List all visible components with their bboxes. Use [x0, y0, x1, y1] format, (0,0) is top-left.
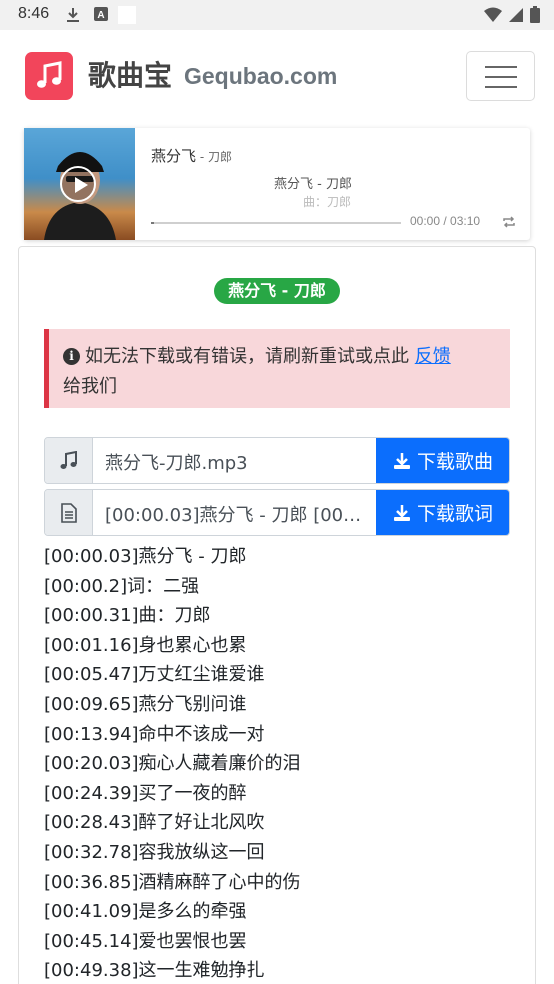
navbar: 歌曲宝 Gequbao.com — [0, 30, 554, 122]
info-icon: i — [63, 348, 80, 365]
lyric-line: [00:36.85]酒精麻醉了心中的伤 — [44, 871, 301, 893]
download-song-group: 燕分飞-刀郎.mp3 下载歌曲 — [44, 437, 510, 484]
alert-line-2: 给我们 — [63, 376, 117, 397]
download-icon — [67, 8, 79, 22]
feedback-link[interactable]: 反馈 — [415, 346, 451, 367]
hamburger-icon — [485, 66, 517, 68]
blank-icon — [118, 6, 136, 24]
menu-toggle-button[interactable] — [466, 51, 535, 101]
svg-text:A: A — [97, 10, 104, 21]
lyric-line: [00:09.65]燕分飞别问谁 — [44, 693, 247, 715]
status-right — [484, 6, 540, 23]
music-icon — [60, 450, 77, 469]
download-lyrics-group: [00:00.03]燕分飞 - 刀郎 [00:00.2]词：二强 下载歌词 — [44, 489, 510, 536]
lyric-line: [00:00.31]曲：刀郎 — [44, 605, 211, 627]
lyric-line: [00:32.78]容我放纵这一回 — [44, 841, 265, 863]
loop-icon[interactable] — [502, 215, 516, 229]
lyrics-preview-field[interactable]: [00:00.03]燕分飞 - 刀郎 [00:00.2]词：二强 — [105, 501, 365, 527]
wifi-icon — [484, 7, 502, 22]
battery-icon — [530, 6, 540, 23]
player-time: 00:00 / 03:10 — [410, 214, 481, 228]
lyric-line: [00:00.2]词：二强 — [44, 575, 200, 597]
lyric-line: [00:00.03]燕分飞 - 刀郎 — [44, 546, 247, 567]
player-lyric-current: 燕分飞 - 刀郎 — [274, 177, 352, 192]
download-icon — [393, 504, 410, 521]
file-icon — [60, 502, 77, 523]
music-note-icon — [37, 61, 62, 88]
brand-domain[interactable]: Gequbao.com — [184, 63, 337, 90]
lyric-line: [00:13.94]命中不该成一对 — [44, 723, 265, 745]
download-icon — [393, 452, 410, 469]
alert-line: i 如无法下载或有错误，请刷新重试或点此 反馈 — [63, 342, 451, 368]
album-cover[interactable] — [24, 128, 135, 240]
signal-icon — [509, 7, 523, 22]
error-alert: i 如无法下载或有错误，请刷新重试或点此 反馈 给我们 — [44, 329, 510, 408]
player-song-title: 燕分飞 - 刀郎 — [151, 147, 232, 165]
progress-bar[interactable] — [151, 222, 401, 224]
file-addon — [45, 490, 93, 535]
brand-name[interactable]: 歌曲宝 — [88, 54, 172, 94]
logo[interactable] — [25, 52, 73, 100]
lyric-line: [00:01.16]身也累心也累 — [44, 634, 247, 656]
status-time: 8:46 — [18, 5, 50, 22]
lyric-line: [00:28.43]醉了好让北风吹 — [44, 812, 265, 834]
a-icon: A — [94, 7, 108, 21]
song-filename-field[interactable]: 燕分飞-刀郎.mp3 — [105, 449, 365, 475]
lyric-line: [00:24.39]买了一夜的醉 — [44, 782, 247, 804]
lyric-line: [00:49.38]这一生难勉挣扎 — [44, 960, 265, 982]
audio-player: 燕分飞 - 刀郎 燕分飞 - 刀郎 曲：刀郎 00:00 / 03:10 — [24, 128, 530, 240]
player-lyric-next: 曲：刀郎 — [303, 195, 352, 209]
lyrics-list: [00:00.03]燕分飞 - 刀郎 [00:00.2]词：二强 [00:00.… — [44, 542, 301, 984]
player-artist: - 刀郎 — [196, 150, 232, 164]
lyric-line: [00:45.14]爱也罢恨也罢 — [44, 930, 247, 952]
status-bar: 8:46 A — [0, 0, 554, 30]
lyric-line: [00:41.09]是多么的牵强 — [44, 901, 247, 923]
lyric-line: [00:05.47]万丈红尘谁爱谁 — [44, 664, 265, 686]
download-lyrics-button[interactable]: 下载歌词 — [376, 490, 509, 535]
progress-fill — [151, 222, 154, 224]
download-song-button[interactable]: 下载歌曲 — [376, 438, 509, 483]
song-badge: 燕分飞 - 刀郎 — [214, 278, 340, 304]
music-addon — [45, 438, 93, 483]
lyric-line: [00:20.03]痴心人藏着廉价的泪 — [44, 753, 301, 775]
play-button[interactable] — [60, 166, 96, 202]
